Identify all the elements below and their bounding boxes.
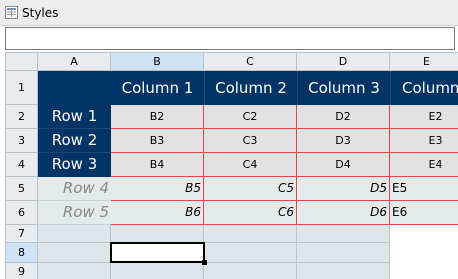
cell-d6[interactable]: D6 <box>297 201 390 225</box>
header-cell-column-2[interactable]: Column 2 <box>204 71 297 105</box>
cell-d5[interactable]: D5 <box>297 177 390 201</box>
cell-a8[interactable] <box>38 243 111 263</box>
cell-e6[interactable]: E6 <box>390 201 458 225</box>
cell-b4[interactable]: B4 <box>111 153 204 177</box>
cell-e3[interactable]: E3 <box>390 129 458 153</box>
header-cell-column-4[interactable]: Column <box>390 71 458 105</box>
row-label-5[interactable]: Row 5 <box>38 201 111 225</box>
row-header-5[interactable]: 5 <box>5 176 38 201</box>
cell-c8[interactable] <box>204 243 297 263</box>
row-header-9[interactable]: 9 <box>5 262 38 279</box>
row-header-1[interactable]: 1 <box>5 70 38 105</box>
cell-d8[interactable] <box>297 243 390 263</box>
cell-b9[interactable] <box>111 263 204 279</box>
row-label-2[interactable]: Row 2 <box>38 129 111 153</box>
cell-a1[interactable] <box>38 71 111 105</box>
cell-c3[interactable]: C3 <box>204 129 297 153</box>
cell-b3[interactable]: B3 <box>111 129 204 153</box>
title-bar: Styles <box>0 0 458 26</box>
row-header-7[interactable]: 7 <box>5 224 38 243</box>
cell-e2[interactable]: E2 <box>390 105 458 129</box>
fill-handle[interactable] <box>202 260 207 265</box>
column-header-b[interactable]: B <box>110 52 204 71</box>
cell-b6[interactable]: B6 <box>111 201 204 225</box>
row-header-6[interactable]: 6 <box>5 200 38 225</box>
row-label-3[interactable]: Row 3 <box>38 153 111 177</box>
row-header-2[interactable]: 2 <box>5 104 38 129</box>
cell-d9[interactable] <box>297 263 390 279</box>
cell-c9[interactable] <box>204 263 297 279</box>
cell-e5[interactable]: E5 <box>390 177 458 201</box>
cell-c6[interactable]: C6 <box>204 201 297 225</box>
app-icon <box>5 6 18 19</box>
cell-a7[interactable] <box>38 225 111 243</box>
cell-b7[interactable] <box>111 225 204 243</box>
cell-d3[interactable]: D3 <box>297 129 390 153</box>
cell-c7[interactable] <box>204 225 297 243</box>
row-header-4[interactable]: 4 <box>5 152 38 177</box>
cell-c5[interactable]: C5 <box>204 177 297 201</box>
cell-c2[interactable]: C2 <box>204 105 297 129</box>
column-header-d[interactable]: D <box>296 52 390 71</box>
cell-b2[interactable]: B2 <box>111 105 204 129</box>
header-cell-column-1[interactable]: Column 1 <box>111 71 204 105</box>
formula-input[interactable] <box>5 27 455 50</box>
cell-c4[interactable]: C4 <box>204 153 297 177</box>
row-header-3[interactable]: 3 <box>5 128 38 153</box>
spreadsheet-grid[interactable]: A B C D E 1 2 3 4 5 6 7 8 9 Column 1 Col… <box>0 52 458 279</box>
cell-e4[interactable]: E4 <box>390 153 458 177</box>
column-header-c[interactable]: C <box>203 52 297 71</box>
cell-d7[interactable] <box>297 225 390 243</box>
row-label-1[interactable]: Row 1 <box>38 105 111 129</box>
cell-d2[interactable]: D2 <box>297 105 390 129</box>
window-title: Styles <box>22 6 59 20</box>
column-header-e[interactable]: E <box>389 52 458 71</box>
cell-a9[interactable] <box>38 263 111 279</box>
row-header-8[interactable]: 8 <box>5 242 38 263</box>
cell-d4[interactable]: D4 <box>297 153 390 177</box>
select-all-corner[interactable] <box>5 52 38 71</box>
cell-b5[interactable]: B5 <box>111 177 204 201</box>
row-label-4[interactable]: Row 4 <box>38 177 111 201</box>
header-cell-column-3[interactable]: Column 3 <box>297 71 390 105</box>
active-cell-selection <box>110 242 205 263</box>
column-header-a[interactable]: A <box>37 52 111 71</box>
